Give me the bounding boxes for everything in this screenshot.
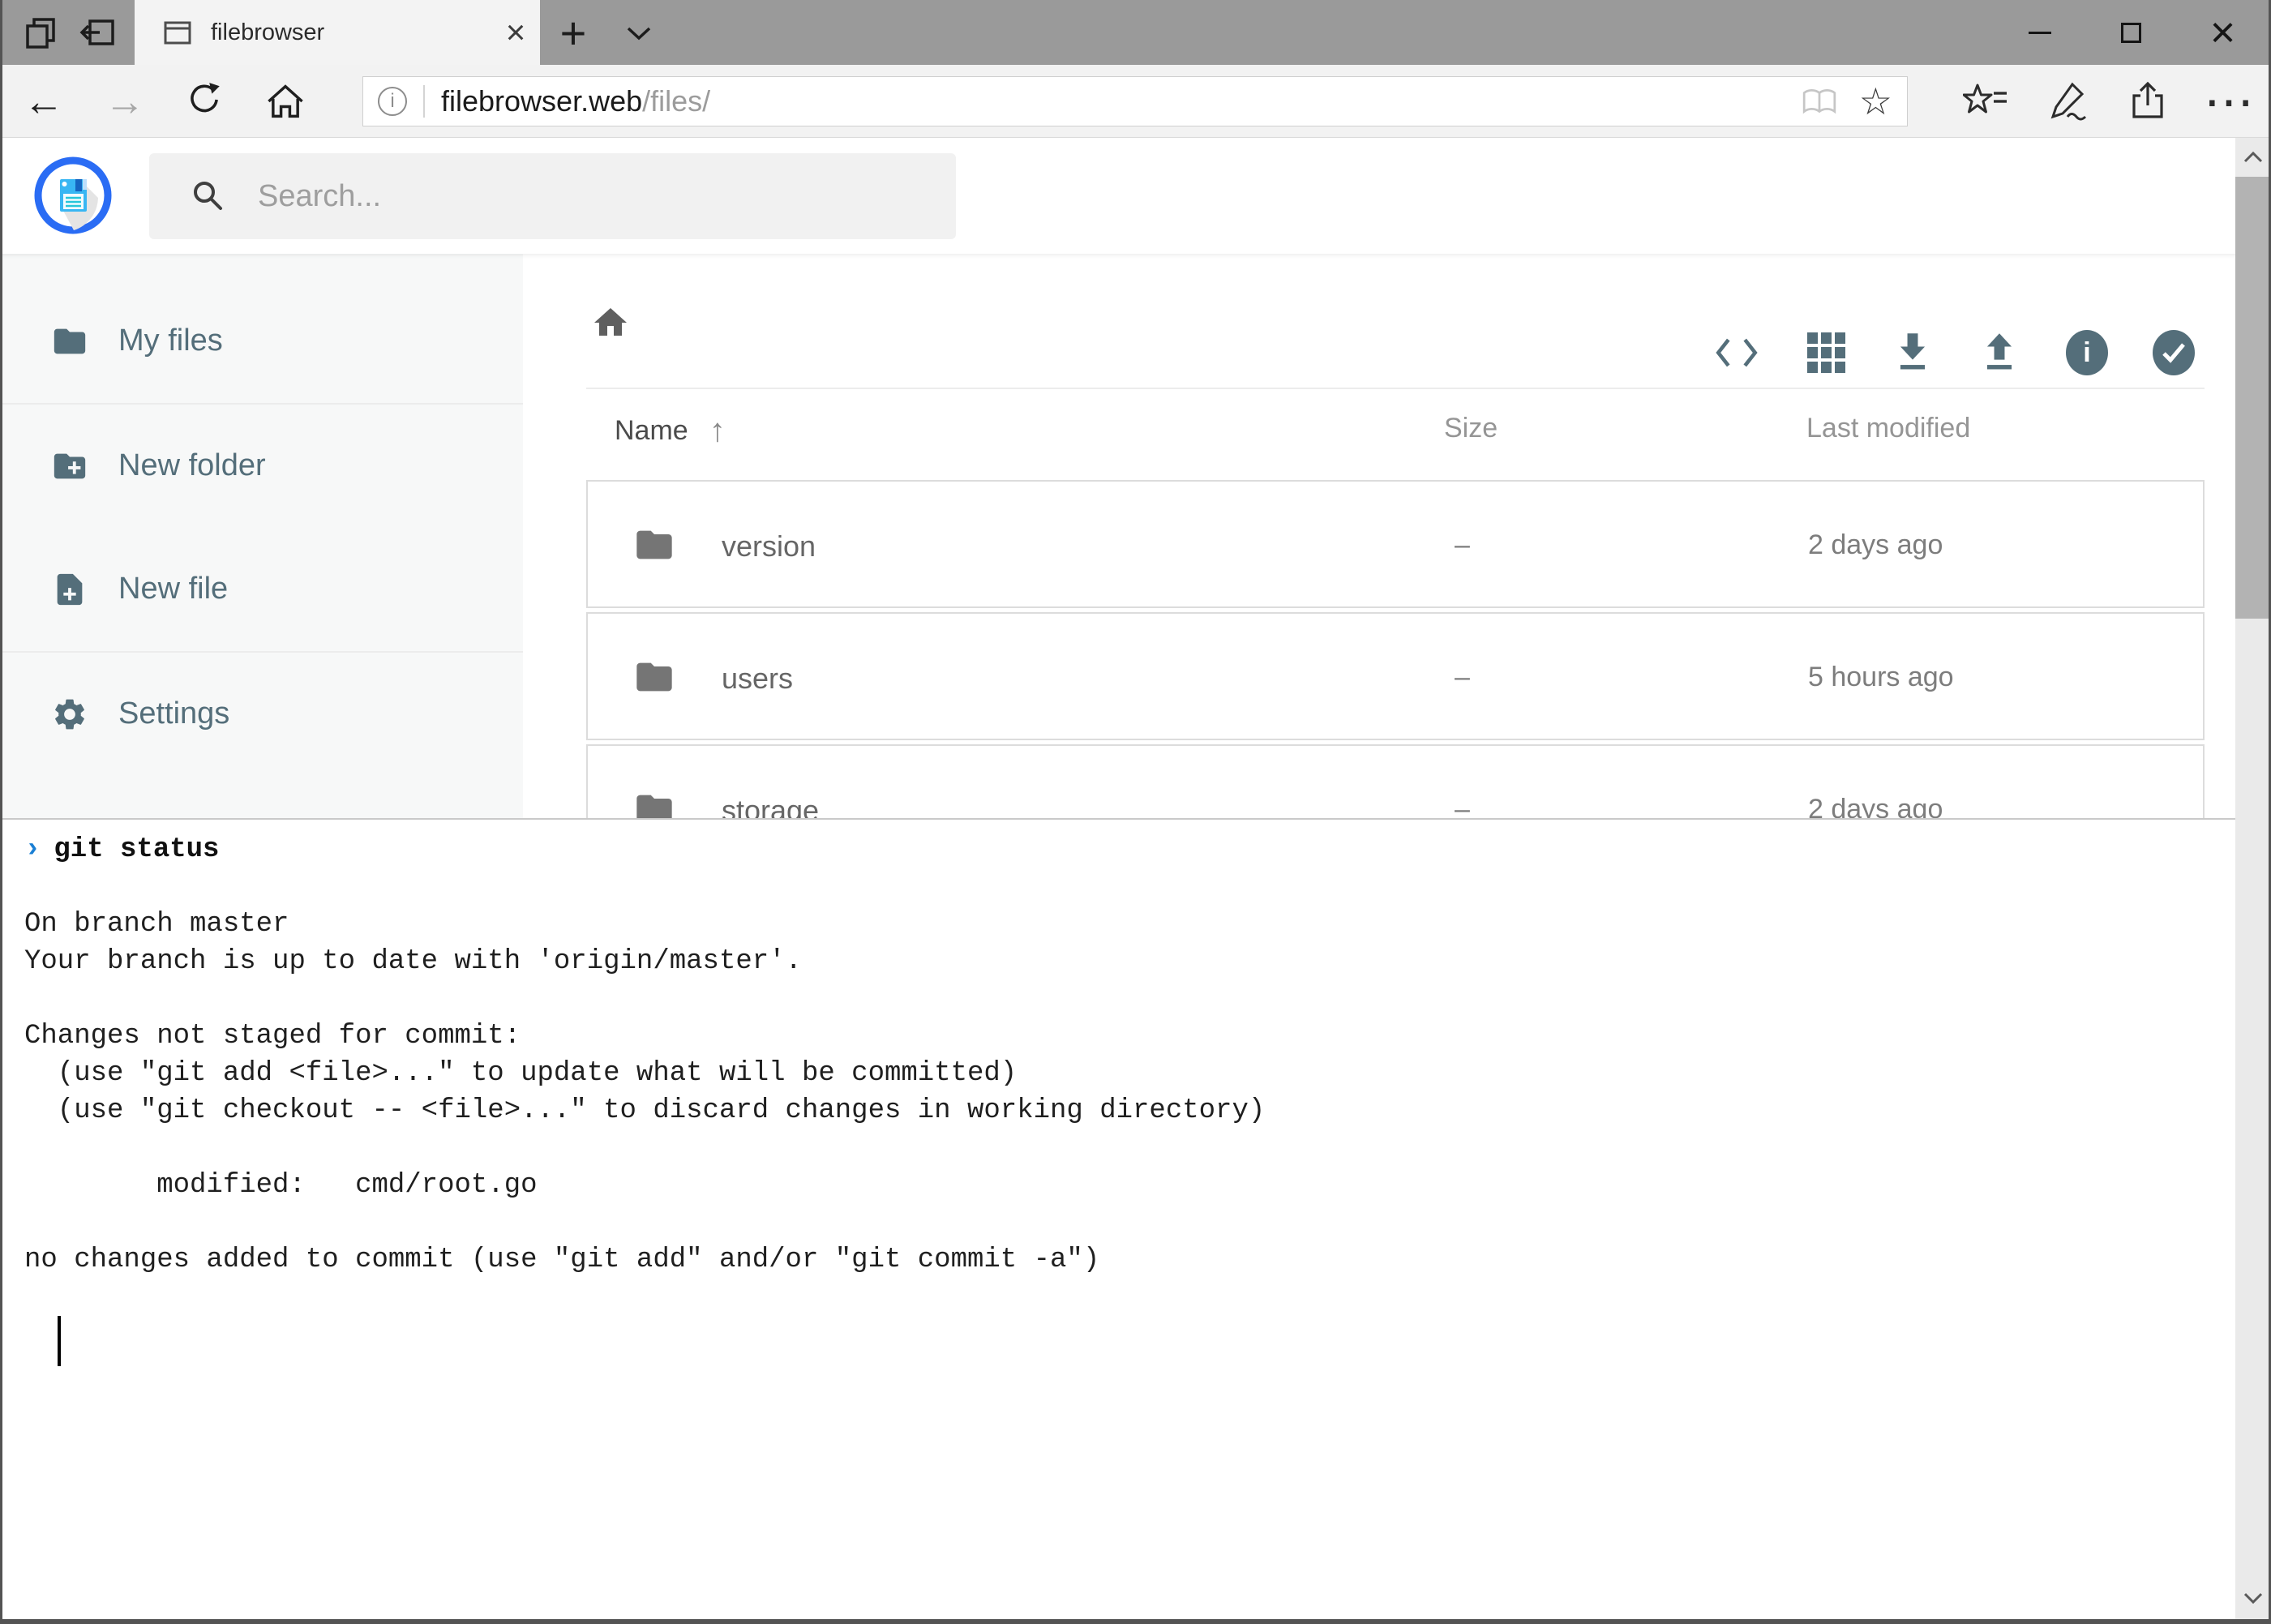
refresh-button[interactable] xyxy=(180,77,229,126)
file-rows: version – 2 days ago users – 5 hours ago… xyxy=(586,480,2205,876)
settings-icon xyxy=(51,696,88,733)
maximize-icon xyxy=(2121,23,2141,43)
browser-window: filebrowser × + × ← → xyxy=(0,0,2271,1624)
home-button[interactable] xyxy=(261,77,310,126)
window-controls: × xyxy=(1994,0,2269,65)
terminal-output-line: (use "git add <file>..." to update what … xyxy=(0,1055,2235,1092)
url-text[interactable]: filebrowser.web/files/ xyxy=(441,84,1801,118)
address-bar[interactable]: i filebrowser.web/files/ ☆ xyxy=(362,76,1908,126)
terminal-command: git status xyxy=(54,834,219,865)
reading-view-icon xyxy=(1801,86,1838,117)
close-window-button[interactable]: × xyxy=(2177,0,2269,65)
page-favicon-icon xyxy=(162,17,193,48)
file-modified: 5 hours ago xyxy=(1808,662,1954,693)
folder-icon xyxy=(51,323,88,360)
browser-scrollbar[interactable] xyxy=(2235,138,2271,1624)
sidebar-item-label: My files xyxy=(118,324,223,358)
terminal-output-line: Your branch is up to date with 'origin/m… xyxy=(0,943,2235,980)
tab-title: filebrowser xyxy=(211,19,491,46)
file-name: version xyxy=(722,529,816,563)
terminal-output-line xyxy=(0,1279,2235,1316)
site-info-icon[interactable]: i xyxy=(378,87,407,116)
file-size: – xyxy=(1455,662,1470,693)
terminal-prompt-line: › git status xyxy=(0,831,2235,868)
scrollbar-up-icon[interactable] xyxy=(2235,138,2271,177)
tab-close-icon[interactable]: × xyxy=(491,8,540,57)
file-row[interactable]: users – 5 hours ago xyxy=(586,612,2205,740)
tabs-preview-icon[interactable] xyxy=(19,11,62,54)
terminal-output-line: modified: cmd/root.go xyxy=(0,1167,2235,1204)
terminal-output-line: (use "git checkout -- <file>..." to disc… xyxy=(0,1092,2235,1129)
grid-view-icon[interactable] xyxy=(1803,330,1849,375)
new-folder-icon xyxy=(51,448,88,485)
upload-icon[interactable] xyxy=(1977,330,2022,375)
column-header-size[interactable]: Size xyxy=(1444,413,1498,444)
sidebar-item-settings[interactable]: Settings xyxy=(0,651,523,775)
sidebar-item-label: New folder xyxy=(118,448,266,483)
maximize-button[interactable] xyxy=(2085,0,2177,65)
minimize-button[interactable] xyxy=(1994,0,2085,65)
prompt-chevron-icon: › xyxy=(24,834,41,865)
listing-header: Name↑ Size Last modified xyxy=(586,413,2205,453)
sidebar-item-new-folder[interactable]: New folder xyxy=(0,403,523,527)
download-icon[interactable] xyxy=(1890,330,1935,375)
terminal-output-line: no changes added to commit (use "git add… xyxy=(0,1241,2235,1279)
terminal-output-line xyxy=(0,1129,2235,1167)
filebrowser-header: i xyxy=(0,138,2271,254)
scrollbar-down-icon[interactable] xyxy=(2235,1579,2271,1618)
set-tabs-aside-icon xyxy=(79,15,116,50)
web-note-pen-icon[interactable] xyxy=(2042,77,2091,126)
select-check-icon[interactable] xyxy=(2151,330,2196,375)
browser-tab[interactable]: filebrowser × xyxy=(135,0,540,65)
raw-code-icon[interactable] xyxy=(1714,330,1759,375)
filebrowser-logo[interactable] xyxy=(33,156,113,235)
breadcrumb-home-icon[interactable] xyxy=(591,303,630,342)
file-row[interactable]: version – 2 days ago xyxy=(586,480,2205,608)
new-file-icon xyxy=(51,571,88,608)
file-modified: 2 days ago xyxy=(1808,529,1943,561)
address-separator xyxy=(423,85,425,118)
sidebar-item-new-file[interactable]: New file xyxy=(0,527,523,651)
search-box[interactable] xyxy=(149,169,956,223)
sort-ascending-icon: ↑ xyxy=(709,413,726,449)
set-tabs-aside-icon[interactable] xyxy=(76,11,118,54)
sidebar-item-label: New file xyxy=(118,572,228,606)
terminal-output-line xyxy=(0,868,2235,906)
terminal-output-line: Changes not staged for commit: xyxy=(0,1018,2235,1055)
terminal-output: On branch masterYour branch is up to dat… xyxy=(0,868,2235,1316)
window-border xyxy=(0,1619,2271,1624)
search-icon xyxy=(190,178,227,215)
sidebar-item-label: Settings xyxy=(118,696,229,731)
back-button[interactable]: ← xyxy=(19,77,68,126)
file-size: – xyxy=(1455,529,1470,561)
terminal-output-line: On branch master xyxy=(0,906,2235,943)
new-tab-button[interactable]: + xyxy=(550,0,597,65)
search-input[interactable] xyxy=(258,179,906,214)
info-icon[interactable]: i xyxy=(2064,330,2110,375)
folder-icon xyxy=(633,524,675,566)
minimize-icon xyxy=(2029,32,2051,34)
terminal-output-line xyxy=(0,1204,2235,1241)
divider xyxy=(586,388,2205,389)
more-menu-icon[interactable]: ⋯ xyxy=(2202,77,2256,126)
column-header-name[interactable]: Name↑ xyxy=(615,413,726,449)
favorites-hub-icon[interactable] xyxy=(1961,77,2010,126)
forward-button: → xyxy=(101,77,149,126)
favorite-star-icon[interactable]: ☆ xyxy=(1859,83,1892,120)
column-header-modified[interactable]: Last modified xyxy=(1806,413,1970,444)
scrollbar-thumb[interactable] xyxy=(2235,177,2271,619)
tab-list-chevron-icon[interactable] xyxy=(618,21,660,45)
window-border xyxy=(0,0,2,1624)
folder-icon xyxy=(633,656,675,698)
share-icon[interactable] xyxy=(2123,77,2172,126)
file-name: users xyxy=(722,662,793,696)
tabs-preview-icon xyxy=(23,15,58,50)
terminal-cursor xyxy=(58,1316,61,1366)
browser-titlebar: filebrowser × + × xyxy=(0,0,2271,65)
browser-navbar: ← → i filebrowser.web/files/ xyxy=(0,65,2271,138)
sidebar-item-my-files[interactable]: My files xyxy=(0,279,523,403)
terminal-output-line xyxy=(0,980,2235,1018)
terminal-panel[interactable]: › git status On branch masterYour branch … xyxy=(0,818,2235,1624)
